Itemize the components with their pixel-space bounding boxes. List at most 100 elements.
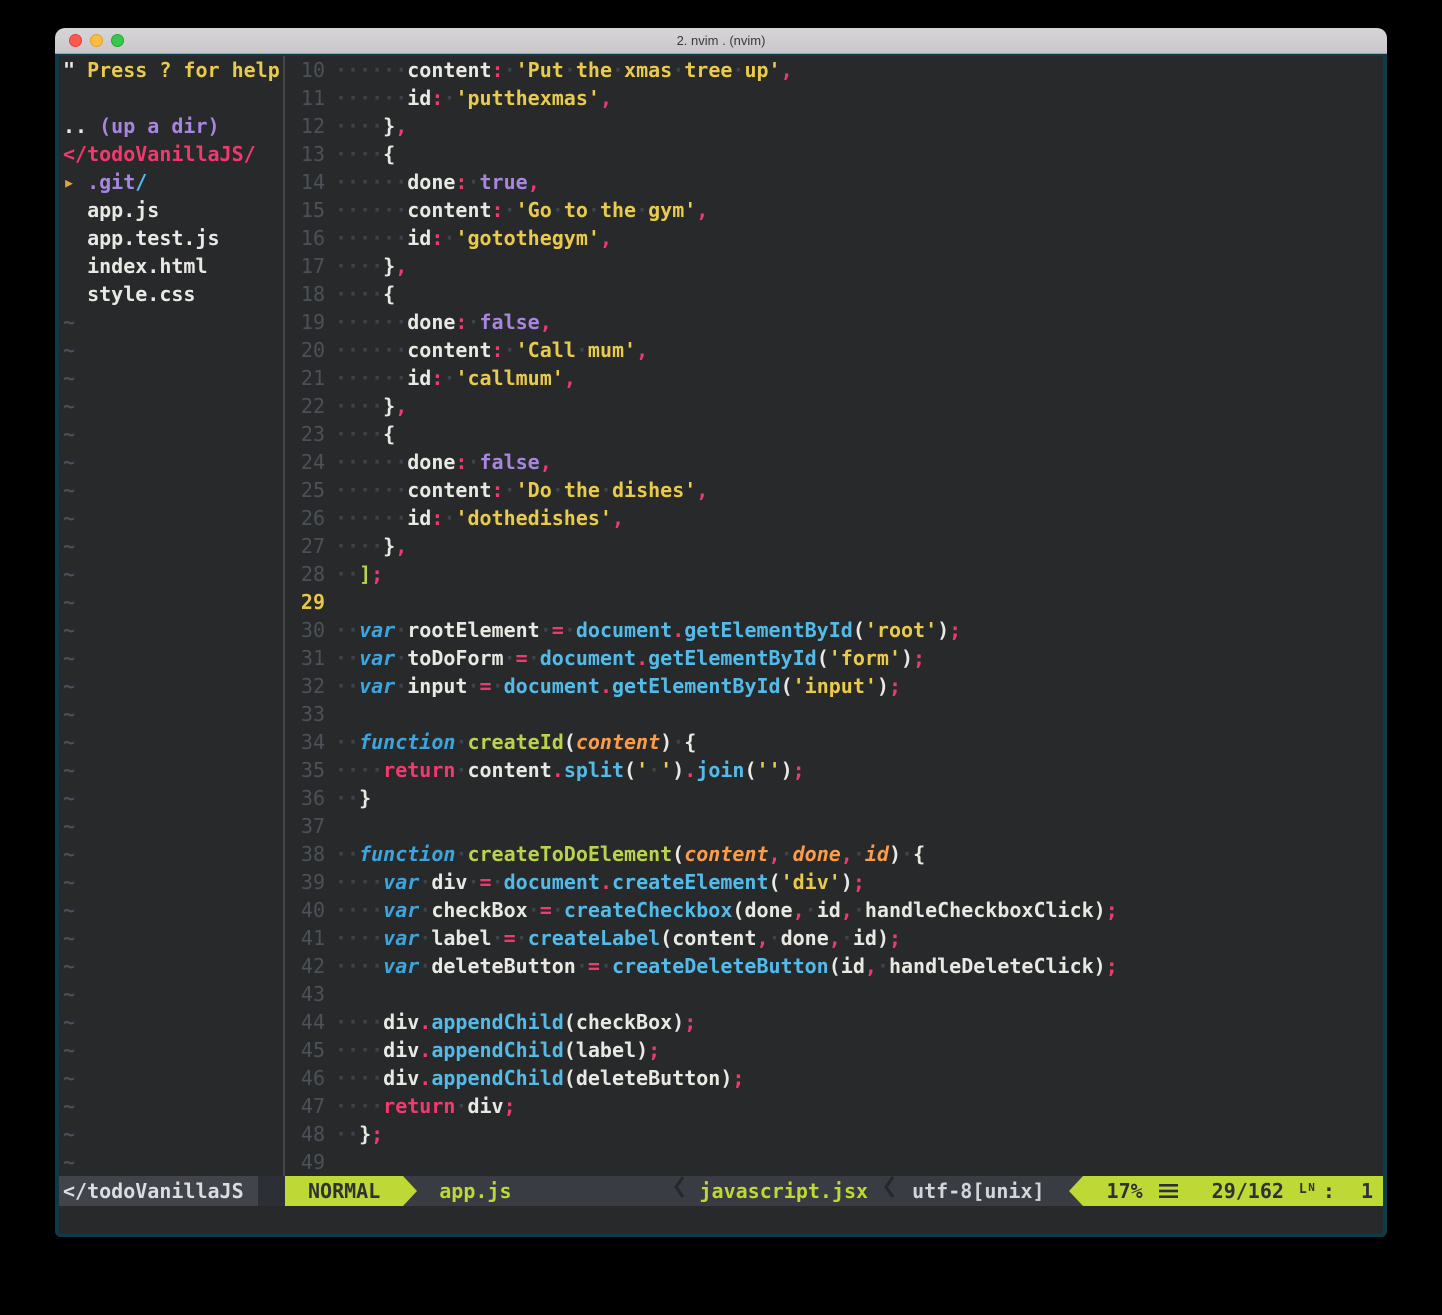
line-number: 45 [285,1036,335,1064]
code-line-46[interactable]: 46····div.appendChild(deleteButton); [285,1064,1383,1092]
code-line-28[interactable]: 28··]; [285,560,1383,588]
code-line-14[interactable]: 14······done:·true, [285,168,1383,196]
code-line-20[interactable]: 20······content:·'Call·mum', [285,336,1383,364]
code-token: · [841,926,853,950]
code-line-35[interactable]: 35····return·content.split('·').join('')… [285,756,1383,784]
code-line-13[interactable]: 13····{ [285,140,1383,168]
code-token: ( [624,758,636,782]
code-token: ( [672,842,684,866]
code-token: gym' [648,198,696,222]
code-line-47[interactable]: 47····return·div; [285,1092,1383,1120]
code-token: 'callmum' [455,366,563,390]
code-line-21[interactable]: 21······id:·'callmum', [285,364,1383,392]
code-token: = [480,674,492,698]
code-token: , [769,842,781,866]
code-token: · [455,1094,467,1118]
code-line-22[interactable]: 22····}, [285,392,1383,420]
code-token: ~ [63,422,75,446]
window-titlebar[interactable]: 2. nvim . (nvim) [55,28,1387,54]
line-number: 48 [285,1120,335,1148]
minimize-button[interactable] [90,34,103,47]
empty-line-tilde: ~ [63,700,283,728]
code-line-33[interactable]: 33 [285,700,1383,728]
command-line[interactable] [59,1206,1383,1234]
code-line-37[interactable]: 37 [285,812,1383,840]
code-line-42[interactable]: 42····var·deleteButton·=·createDeleteBut… [285,952,1383,980]
code-line-45[interactable]: 45····div.appendChild(label); [285,1036,1383,1064]
code-token: , [528,170,540,194]
code-token: '' [757,758,781,782]
code-line-10[interactable]: 10······content:·'Put·the·xmas·tree·up', [285,56,1383,84]
tree-item-app-js[interactable]: app.js [63,196,283,224]
code-token: ( [564,1066,576,1090]
code-line-44[interactable]: 44····div.appendChild(checkBox); [285,1008,1383,1036]
code-token: · [443,86,455,110]
code-line-15[interactable]: 15······content:·'Go·to·the·gym', [285,196,1383,224]
code-token: · [636,198,648,222]
code-line-26[interactable]: 26······id:·'dothedishes', [285,504,1383,532]
empty-line-tilde: ~ [63,588,283,616]
code-line-43[interactable]: 43 [285,980,1383,1008]
code-line-49[interactable]: 49 [285,1148,1383,1176]
empty-line-tilde: ~ [63,924,283,952]
tree-help[interactable]: " Press ? for help [63,56,283,84]
code-token: done [407,450,455,474]
code-token: · [781,842,793,866]
code-line-40[interactable]: 40····var·checkBox·=·createCheckbox(done… [285,896,1383,924]
code-line-11[interactable]: 11······id:·'putthexmas', [285,84,1383,112]
code-buffer[interactable]: 10······content:·'Put·the·xmas·tree·up',… [285,56,1383,1176]
code-line-23[interactable]: 23····{ [285,420,1383,448]
line-number: 12 [285,112,335,140]
code-token: · [576,338,588,362]
tree-item-app-test-js[interactable]: app.test.js [63,224,283,252]
line-number: 32 [285,672,335,700]
code-line-18[interactable]: 18····{ [285,280,1383,308]
close-button[interactable] [69,34,82,47]
code-token: content [576,730,660,754]
code-token: deleteButton [431,954,576,978]
code-token: ~ [63,898,75,922]
code-line-19[interactable]: 19······done:·false, [285,308,1383,336]
line-number: 31 [285,644,335,672]
code-token: · [612,58,624,82]
code-line-31[interactable]: 31··var·toDoForm·=·document.getElementBy… [285,644,1383,672]
code-token: ···· [335,534,383,558]
code-token: : [492,338,504,362]
code-line-24[interactable]: 24······done:·false, [285,448,1383,476]
zoom-button[interactable] [111,34,124,47]
code-token: ) [660,730,672,754]
code-token: ~ [63,870,75,894]
editor-statusline: NORMAL app.js javascript.jsx utf-8[unix]… [285,1176,1383,1206]
tree-item-index-html[interactable]: index.html [63,252,283,280]
code-line-41[interactable]: 41····var·label·=·createLabel(content,·d… [285,924,1383,952]
code-line-12[interactable]: 12····}, [285,112,1383,140]
code-line-34[interactable]: 34··function·createId(content)·{ [285,728,1383,756]
powerline-arrow-icon [403,1176,417,1206]
code-line-25[interactable]: 25······content:·'Do·the·dishes', [285,476,1383,504]
tree-item-git[interactable]: ▸ .git/ [63,168,283,196]
code-token: ( [564,1010,576,1034]
code-token: . [600,870,612,894]
code-line-30[interactable]: 30··var·rootElement·=·document.getElemen… [285,616,1383,644]
tree-up-dir[interactable]: .. (up a dir) [63,112,283,140]
code-line-38[interactable]: 38··function·createToDoElement(content,·… [285,840,1383,868]
code-line-29[interactable]: 29 [285,588,1383,616]
code-line-17[interactable]: 17····}, [285,252,1383,280]
code-token: ···· [335,926,383,950]
code-token: ······ [335,58,407,82]
tree-root[interactable]: </todoVanillaJS/ [63,140,283,168]
code-line-36[interactable]: 36··} [285,784,1383,812]
code-line-27[interactable]: 27····}, [285,532,1383,560]
code-token: index.html [63,254,208,278]
code-token: · [443,506,455,530]
code-token: · [504,478,516,502]
code-line-48[interactable]: 48··}; [285,1120,1383,1148]
code-line-39[interactable]: 39····var·div·=·document.createElement('… [285,868,1383,896]
nerdtree-panel[interactable]: " Press ? for help .. (up a dir)</todoVan… [59,56,283,1176]
code-token: content [684,842,768,866]
code-line-16[interactable]: 16······id:·'gotothegym', [285,224,1383,252]
code-token: ···· [335,1010,383,1034]
code-line-32[interactable]: 32··var·input·=·document.getElementById(… [285,672,1383,700]
tree-item-style-css[interactable]: style.css [63,280,283,308]
code-token: : [431,506,443,530]
